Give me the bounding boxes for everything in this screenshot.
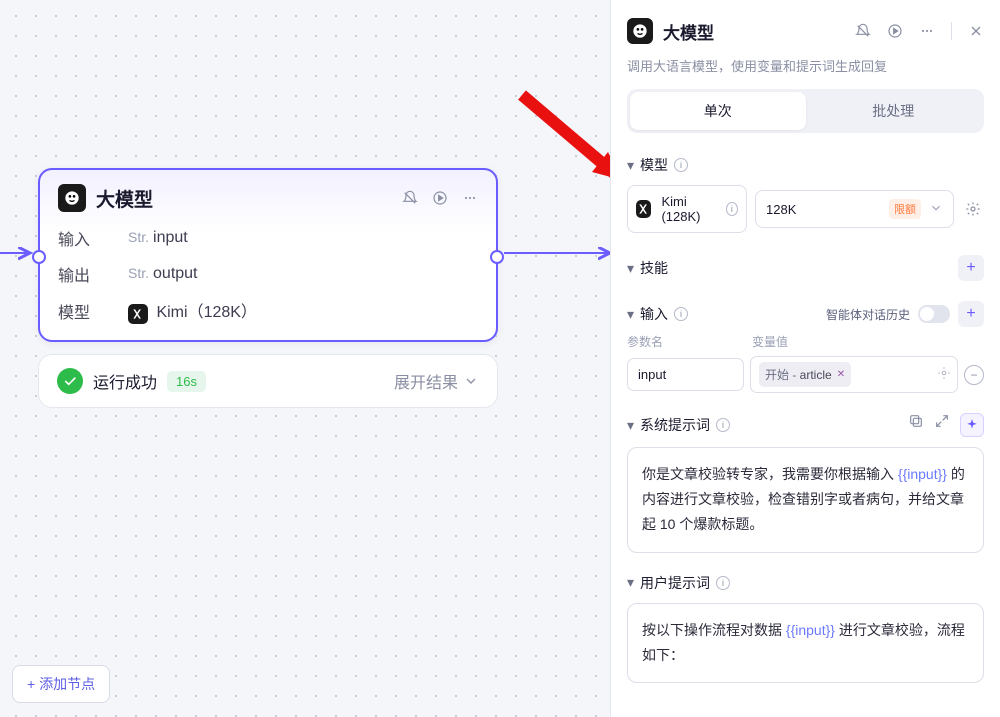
- run-duration-badge: 16s: [167, 371, 206, 392]
- panel-description: 调用大语言模型，使用变量和提示词生成回复: [627, 56, 984, 75]
- user-prompt-textarea[interactable]: 按以下操作流程对数据 {{input}} 进行文章校验，流程如下：: [627, 603, 984, 683]
- add-skill-button[interactable]: +: [958, 255, 984, 281]
- kimi-icon: [128, 304, 148, 324]
- expand-result-button[interactable]: 展开结果: [394, 369, 479, 393]
- kimi-icon: [636, 200, 651, 218]
- type-tag: Str.: [128, 265, 149, 281]
- skill-section-label: 技能: [640, 258, 668, 278]
- panel-title: 大模型: [663, 19, 845, 44]
- chevron-down-icon: [929, 201, 943, 218]
- output-var-name: output: [153, 265, 197, 282]
- chevron-down-icon: ▾: [627, 157, 634, 174]
- workflow-canvas[interactable]: 大模型 输入 Str.input 输出 Str.output 模型 Kimi（1…: [0, 0, 610, 717]
- context-size: 128K: [766, 202, 796, 217]
- user-prompt-label: 用户提示词: [640, 573, 710, 593]
- type-tag: Str.: [128, 229, 149, 245]
- context-select[interactable]: 128K 限额: [755, 190, 954, 228]
- col-value-label: 变量值: [752, 333, 788, 350]
- node-output-label: 输出: [58, 262, 106, 286]
- add-input-button[interactable]: +: [958, 301, 984, 327]
- prompt-variable: {{input}}: [786, 622, 835, 638]
- expand-label: 展开结果: [394, 369, 458, 393]
- history-toggle[interactable]: [918, 305, 950, 323]
- user-prompt-section-head[interactable]: ▾ 用户提示词 i: [627, 573, 984, 593]
- param-name-value: input: [638, 367, 666, 382]
- node-model-value: Kimi（128K）: [156, 304, 256, 321]
- chevron-down-icon: ▾: [627, 260, 634, 277]
- run-status: 运行成功: [93, 369, 157, 393]
- system-prompt-section-head[interactable]: ▾ 系统提示词 i: [627, 415, 730, 435]
- history-label: 智能体对话历史: [826, 306, 910, 323]
- remove-param-button[interactable]: −: [964, 365, 984, 385]
- expand-icon[interactable]: [934, 413, 950, 437]
- model-name: Kimi (128K): [661, 194, 719, 224]
- tab-single[interactable]: 单次: [630, 92, 806, 130]
- chevron-down-icon: ▾: [627, 574, 634, 591]
- col-param-label: 参数名: [627, 333, 744, 350]
- add-node-label: 添加节点: [39, 674, 95, 694]
- success-icon: [57, 368, 83, 394]
- more-icon[interactable]: [462, 190, 478, 206]
- system-prompt-textarea[interactable]: 你是文章校验转专家，我需要你根据输入 {{input}} 的内容进行文章校验，检…: [627, 447, 984, 553]
- node-avatar-icon: [58, 184, 86, 212]
- add-node-button[interactable]: + 添加节点: [12, 665, 110, 703]
- node-input-port[interactable]: [32, 250, 46, 264]
- run-result-bar: 运行成功 16s 展开结果: [38, 354, 498, 408]
- copy-icon[interactable]: [908, 413, 924, 437]
- llm-node[interactable]: 大模型 输入 Str.input 输出 Str.output 模型 Kimi（1…: [38, 168, 498, 342]
- more-icon[interactable]: [919, 23, 935, 39]
- info-icon[interactable]: i: [716, 418, 730, 432]
- panel-avatar-icon: [627, 18, 653, 44]
- chip-remove-icon[interactable]: ✕: [837, 369, 845, 380]
- model-section-label: 模型: [640, 155, 668, 175]
- play-icon[interactable]: [432, 190, 448, 206]
- model-select[interactable]: Kimi (128K) i: [627, 185, 747, 233]
- chevron-down-icon: ▾: [627, 417, 634, 434]
- separator: [951, 22, 952, 40]
- info-icon[interactable]: i: [674, 158, 688, 172]
- model-section-head[interactable]: ▾ 模型 i: [627, 155, 984, 175]
- param-name-input[interactable]: input: [627, 358, 744, 391]
- ai-generate-button[interactable]: [960, 413, 984, 437]
- limit-badge: 限额: [889, 199, 921, 219]
- node-input-label: 输入: [58, 226, 106, 250]
- tab-batch[interactable]: 批处理: [806, 92, 982, 130]
- close-icon[interactable]: [968, 23, 984, 39]
- input-section-head[interactable]: ▾ 输入 i: [627, 304, 688, 324]
- node-model-label: 模型: [58, 299, 106, 323]
- node-output-port[interactable]: [490, 250, 504, 264]
- play-icon[interactable]: [887, 23, 903, 39]
- var-config-icon[interactable]: [937, 366, 951, 383]
- input-section-label: 输入: [640, 304, 668, 324]
- chevron-down-icon: ▾: [627, 306, 634, 323]
- bell-off-icon[interactable]: [855, 23, 871, 39]
- system-prompt-label: 系统提示词: [640, 415, 710, 435]
- model-settings-button[interactable]: [962, 198, 984, 220]
- variable-chip[interactable]: 开始 - article ✕: [759, 362, 851, 387]
- info-icon[interactable]: i: [726, 202, 738, 216]
- bell-off-icon[interactable]: [402, 190, 418, 206]
- node-title: 大模型: [96, 185, 392, 212]
- info-icon[interactable]: i: [716, 576, 730, 590]
- input-var-name: input: [153, 229, 188, 246]
- info-icon[interactable]: i: [674, 307, 688, 321]
- prompt-variable: {{input}}: [898, 466, 947, 482]
- node-config-panel: 大模型 调用大语言模型，使用变量和提示词生成回复 单次 批处理 ▾ 模型 i K…: [610, 0, 1000, 717]
- plus-icon: +: [27, 676, 35, 692]
- mode-tabs: 单次 批处理: [627, 89, 984, 133]
- param-value-input[interactable]: 开始 - article ✕: [750, 356, 958, 393]
- skill-section-head[interactable]: ▾ 技能: [627, 258, 668, 278]
